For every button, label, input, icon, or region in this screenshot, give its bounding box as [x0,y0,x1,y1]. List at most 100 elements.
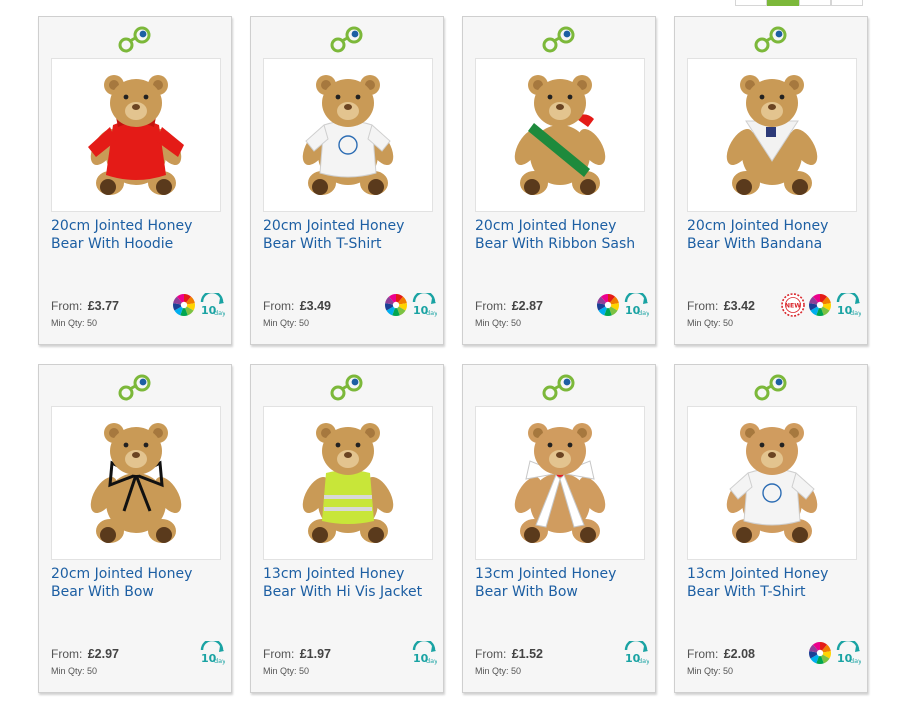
product-title-link[interactable]: 20cm Jointed Honey Bear With Hoodie [51,217,227,253]
product-title-link[interactable]: 20cm Jointed Honey Bear With Bow [51,565,227,601]
product-title-link[interactable]: 13cm Jointed Honey Bear With Bow [475,565,651,601]
product-image [726,423,818,543]
price-row: From: £2.97 [51,647,119,661]
product-image [302,423,394,543]
product-card[interactable]: 20cm Jointed Honey Bear With T-Shirt Fro… [250,16,444,345]
price-value: £1.52 [511,647,543,661]
product-card[interactable]: 20cm Jointed Honey Bear With Bow From: £… [38,364,232,693]
product-image-frame[interactable] [475,58,645,212]
ten-day-delivery-icon: 10 day [836,293,861,317]
product-card[interactable]: 13cm Jointed Honey Bear With Hi Vis Jack… [250,364,444,693]
price-row: From: £1.97 [263,647,331,661]
min-qty: Min Qty: 50 [687,318,734,328]
product-badges: 10 day [172,293,225,317]
svg-text:day: day [850,309,861,317]
price-row: From: £3.49 [263,299,331,313]
price-row: From: £3.77 [51,299,119,313]
pagination-page-4[interactable] [831,0,863,6]
link-chain-logo-icon [330,26,363,53]
from-label: From: [51,647,83,661]
product-image [302,75,394,195]
product-badges: 10 day [199,641,225,665]
colour-wheel-icon [385,294,407,317]
min-qty: Min Qty: 50 [263,666,310,676]
svg-text:day: day [214,309,225,317]
from-label: From: [51,299,83,313]
product-title-link[interactable]: 20cm Jointed Honey Bear With Bandana [687,217,863,253]
price-value: £1.97 [299,647,331,661]
from-label: From: [475,647,507,661]
pagination-page-2[interactable] [767,0,799,6]
product-image-frame[interactable] [263,58,433,212]
colour-wheel-icon [809,294,831,317]
product-image [514,75,606,195]
product-badges: 10 day [384,293,437,317]
price-value: £2.97 [87,647,119,661]
from-label: From: [475,299,507,313]
colour-wheel-icon [597,294,619,317]
product-image-frame[interactable] [687,406,857,560]
link-chain-logo-icon [330,374,363,401]
link-chain-logo-icon [118,26,151,53]
price-row: From: £3.42 [687,299,755,313]
product-badges: NEW 10 day [781,293,861,317]
product-badges: 10 day [808,641,861,665]
product-card[interactable]: 20cm Jointed Honey Bear With Ribbon Sash… [462,16,656,345]
ten-day-delivery-icon: 10 day [200,641,225,665]
product-image-frame[interactable] [51,406,221,560]
product-image-frame[interactable] [51,58,221,212]
pagination-page-3[interactable] [799,0,831,6]
product-image-frame[interactable] [687,58,857,212]
price-row: From: £1.52 [475,647,543,661]
min-qty: Min Qty: 50 [263,318,310,328]
ten-day-delivery-icon: 10 day [412,641,437,665]
min-qty: Min Qty: 50 [475,666,522,676]
price-value: £2.08 [723,647,755,661]
product-title-link[interactable]: 13cm Jointed Honey Bear With T-Shirt [687,565,863,601]
product-title-link[interactable]: 13cm Jointed Honey Bear With Hi Vis Jack… [263,565,439,601]
product-image [726,75,818,195]
svg-text:NEW: NEW [785,303,801,310]
product-card[interactable]: 13cm Jointed Honey Bear With T-Shirt Fro… [674,364,868,693]
link-chain-logo-icon [542,26,575,53]
svg-text:day: day [426,657,437,665]
ten-day-delivery-icon: 10 day [624,293,649,317]
product-badges: 10 day [411,641,437,665]
product-card[interactable]: 13cm Jointed Honey Bear With Bow From: £… [462,364,656,693]
price-row: From: £2.87 [475,299,543,313]
product-image-frame[interactable] [475,406,645,560]
product-image-frame[interactable] [263,406,433,560]
svg-text:day: day [214,657,225,665]
svg-text:day: day [426,309,437,317]
min-qty: Min Qty: 50 [475,318,522,328]
from-label: From: [687,299,719,313]
colour-wheel-icon [173,294,195,317]
min-qty: Min Qty: 50 [687,666,734,676]
pagination-page-1[interactable] [735,0,767,6]
product-card[interactable]: 20cm Jointed Honey Bear With Hoodie From… [38,16,232,345]
ten-day-delivery-icon: 10 day [200,293,225,317]
min-qty: Min Qty: 50 [51,666,98,676]
price-row: From: £2.08 [687,647,755,661]
product-card[interactable]: 20cm Jointed Honey Bear With Bandana Fro… [674,16,868,345]
ten-day-delivery-icon: 10 day [624,641,649,665]
price-value: £3.42 [723,299,755,313]
product-title-link[interactable]: 20cm Jointed Honey Bear With Ribbon Sash [475,217,651,253]
from-label: From: [687,647,719,661]
link-chain-logo-icon [754,374,787,401]
ten-day-delivery-icon: 10 day [836,641,861,665]
link-chain-logo-icon [542,374,575,401]
product-image [88,75,184,195]
min-qty: Min Qty: 50 [51,318,98,328]
link-chain-logo-icon [118,374,151,401]
new-badge-icon: NEW [781,293,805,317]
product-image [514,423,606,543]
product-title-link[interactable]: 20cm Jointed Honey Bear With T-Shirt [263,217,439,253]
price-value: £2.87 [511,299,543,313]
from-label: From: [263,299,295,313]
price-value: £3.49 [299,299,331,313]
ten-day-delivery-icon: 10 day [412,293,437,317]
from-label: From: [263,647,295,661]
link-chain-logo-icon [754,26,787,53]
pagination [735,0,863,8]
